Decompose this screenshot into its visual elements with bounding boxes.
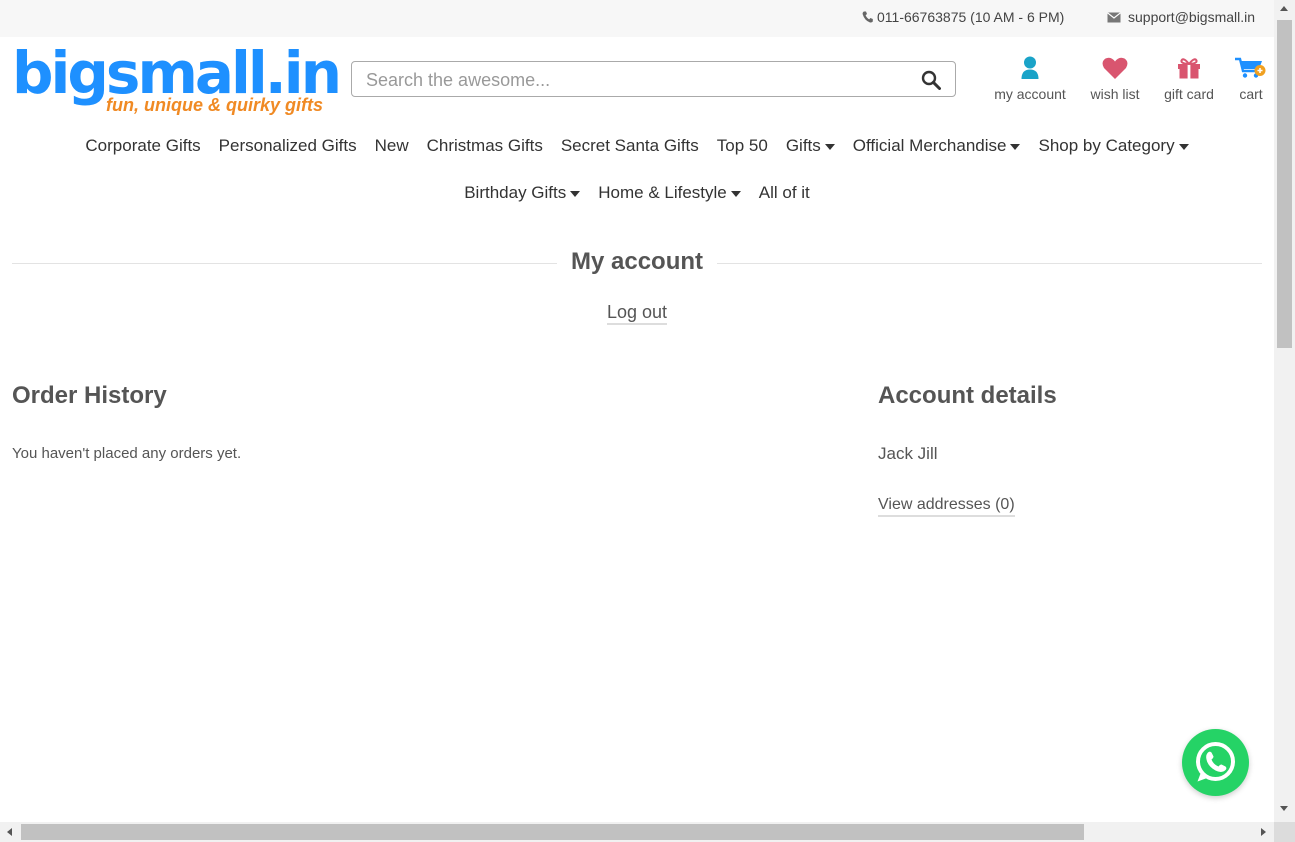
caret-down-icon	[824, 143, 835, 150]
view-addresses-link[interactable]: View addresses (0)	[878, 496, 1015, 517]
vertical-scroll-thumb[interactable]	[1277, 20, 1292, 348]
my-account-link[interactable]: my account	[992, 56, 1068, 102]
nav-home-lifestyle-label: Home & Lifestyle	[598, 183, 727, 202]
nav-shop-by-category-dropdown[interactable]: Shop by Category	[1038, 136, 1189, 156]
gift-card-link[interactable]: gift card	[1160, 56, 1218, 102]
caret-down-icon	[570, 190, 581, 197]
nav-official-merchandise-dropdown[interactable]: Official Merchandise	[853, 136, 1021, 156]
logout-link[interactable]: Log out	[606, 302, 668, 325]
search-bar	[351, 61, 956, 97]
user-icon	[1021, 56, 1039, 79]
gift-icon	[1178, 58, 1200, 79]
logout-container: Log out	[0, 302, 1274, 325]
phone-number: 011-66763875 (10 AM - 6 PM)	[877, 9, 1065, 25]
cart-label: cart	[1239, 86, 1263, 102]
caret-down-icon	[730, 190, 741, 197]
scroll-down-arrow-icon[interactable]	[1280, 806, 1288, 811]
cart-link[interactable]: cart	[1232, 56, 1270, 102]
email-address: support@bigsmall.in	[1128, 9, 1256, 25]
heart-icon	[1102, 57, 1128, 79]
scroll-right-arrow-icon[interactable]	[1261, 828, 1266, 836]
main-nav-row-1: Corporate Gifts Personalized Gifts New Chri…	[0, 136, 1274, 156]
nav-new[interactable]: New	[375, 136, 409, 156]
account-name: Jack Jill	[878, 444, 938, 463]
envelope-icon	[1107, 11, 1121, 22]
nav-birthday-gifts-dropdown[interactable]: Birthday Gifts	[464, 183, 581, 203]
nav-christmas-gifts[interactable]: Christmas Gifts	[427, 136, 543, 156]
nav-official-merchandise-label: Official Merchandise	[852, 136, 1007, 155]
nav-corporate-gifts[interactable]: Corporate Gifts	[85, 136, 200, 156]
my-account-label: my account	[994, 86, 1066, 102]
site-logo[interactable]: bigsmall.in fun, unique & quirky gifts	[12, 39, 342, 119]
page-title: My account	[570, 248, 704, 275]
search-icon[interactable]	[921, 70, 941, 95]
nav-personalized-gifts[interactable]: Personalized Gifts	[219, 136, 357, 156]
nav-shop-by-category-label: Shop by Category	[1038, 136, 1175, 155]
logo-tagline: fun, unique & quirky gifts	[106, 95, 323, 115]
nav-birthday-gifts-label: Birthday Gifts	[464, 183, 567, 202]
nav-top-50[interactable]: Top 50	[717, 136, 768, 156]
nav-all-of-it[interactable]: All of it	[759, 183, 810, 203]
logo-brand-text: bigsmall.in	[12, 39, 342, 107]
order-history-heading: Order History	[12, 382, 167, 409]
account-details-heading: Account details	[878, 382, 1057, 409]
search-input[interactable]	[364, 68, 908, 92]
whatsapp-icon	[1196, 742, 1235, 782]
phone-contact[interactable]: 011-66763875 (10 AM - 6 PM)	[862, 9, 1064, 25]
no-orders-message: You haven't placed any orders yet.	[12, 445, 242, 462]
cart-icon	[1235, 57, 1266, 78]
gift-card-label: gift card	[1164, 86, 1214, 102]
wish-list-label: wish list	[1090, 86, 1140, 102]
scrollbar-corner	[1274, 822, 1295, 842]
page-title-section: My account	[12, 248, 1262, 280]
caret-down-icon	[1178, 143, 1189, 150]
top-contact-bar: 011-66763875 (10 AM - 6 PM) support@bigs…	[0, 0, 1274, 37]
scroll-left-arrow-icon[interactable]	[7, 828, 12, 836]
nav-gifts-dropdown[interactable]: Gifts	[786, 136, 835, 156]
horizontal-scroll-thumb[interactable]	[21, 824, 1084, 840]
phone-icon	[862, 11, 873, 23]
nav-home-lifestyle-dropdown[interactable]: Home & Lifestyle	[598, 183, 741, 203]
horizontal-scrollbar[interactable]	[0, 822, 1274, 842]
scroll-up-arrow-icon[interactable]	[1280, 6, 1288, 11]
vertical-scrollbar[interactable]	[1274, 0, 1295, 822]
nav-gifts-label: Gifts	[785, 136, 821, 155]
whatsapp-chat-button[interactable]	[1182, 729, 1249, 796]
nav-secret-santa-gifts[interactable]: Secret Santa Gifts	[561, 136, 699, 156]
wish-list-link[interactable]: wish list	[1086, 56, 1144, 102]
email-contact[interactable]: support@bigsmall.in	[1107, 9, 1255, 25]
caret-down-icon	[1010, 143, 1021, 150]
main-nav-row-2: Birthday Gifts Home & Lifestyle All of it	[0, 183, 1274, 203]
